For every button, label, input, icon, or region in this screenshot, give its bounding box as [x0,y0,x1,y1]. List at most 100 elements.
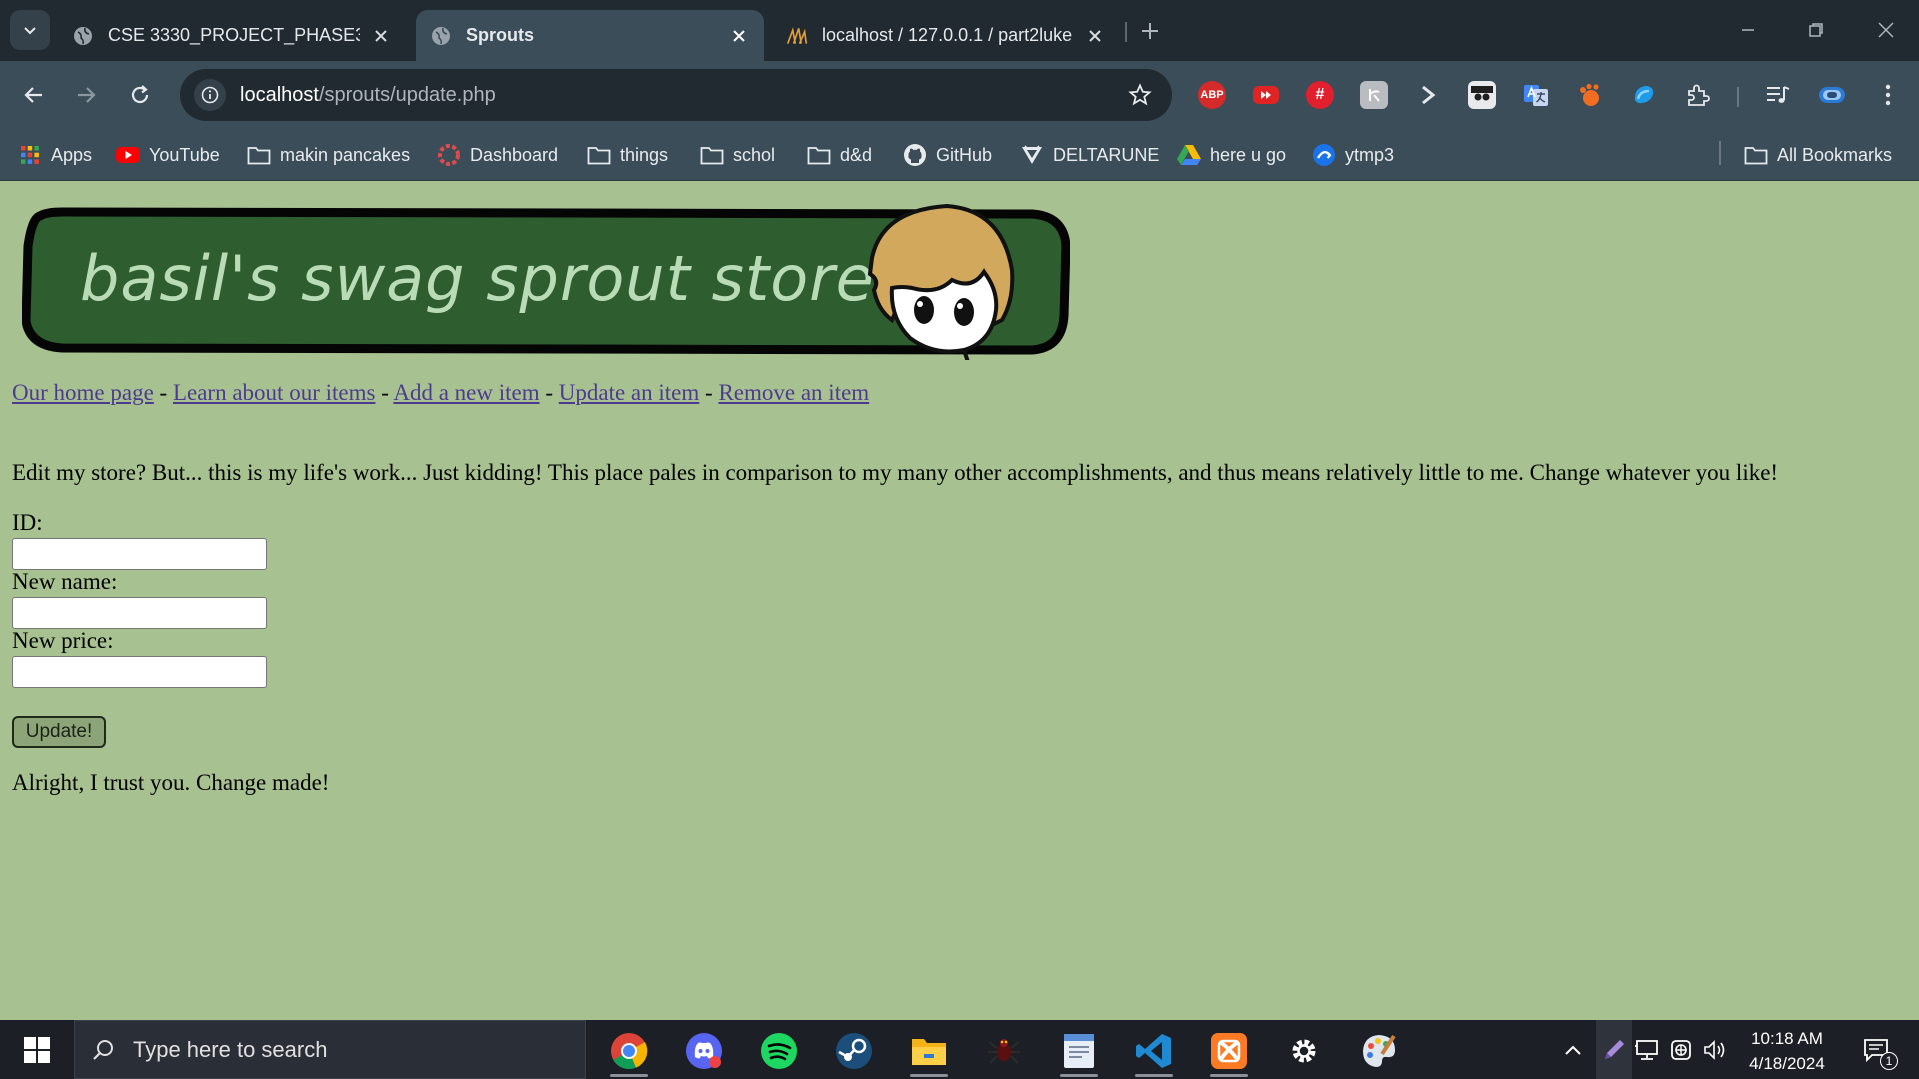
intro-text: Edit my store? But... this is my life's … [12,460,1779,485]
folder-icon [807,143,831,167]
bookmark-star-icon[interactable] [1126,81,1154,109]
discord-icon [686,1033,722,1069]
close-icon [1878,22,1894,38]
pen-icon [1605,1039,1624,1059]
kana-extension-icon[interactable] [1360,81,1388,109]
bookmark-ytmp3[interactable]: ytmp3 [1312,139,1394,171]
back-button[interactable] [14,75,54,115]
nav-link-update[interactable]: Update an item [559,380,700,405]
ytmp3-icon [1312,143,1336,167]
tab-pdf[interactable]: CSE 3330_PROJECT_PHASE3.pdf [58,10,406,61]
bookmark-label: d&d [840,144,873,165]
taskbar-steam[interactable] [825,1028,883,1074]
xampp-icon [1211,1033,1247,1069]
profile-avatar[interactable] [1818,81,1846,109]
taskbar-discord[interactable] [675,1028,733,1074]
start-button[interactable] [14,1034,60,1066]
tab-search-button[interactable] [10,10,50,50]
close-window-button[interactable] [1862,12,1910,48]
volume-tray[interactable] [1701,1036,1729,1064]
vpn-tray[interactable] [1667,1036,1695,1064]
taskbar-chrome[interactable] [600,1028,658,1077]
all-bookmarks-button[interactable]: All Bookmarks [1744,139,1892,171]
close-icon[interactable] [728,25,750,47]
taskbar-file-explorer[interactable] [900,1028,958,1077]
address-bar[interactable]: localhost/sprouts/update.php [180,69,1172,121]
taskbar-paint[interactable] [1350,1028,1408,1074]
bookmark-label: ytmp3 [1345,144,1395,165]
adblock-plus-icon[interactable]: ABP [1198,81,1226,109]
hashtag-extension-icon[interactable]: # [1306,81,1334,109]
bookmark-deltarune[interactable]: DELTARUNE [1020,139,1159,171]
nav-link-home[interactable]: Our home page [12,380,154,405]
id-label: ID: [12,510,43,535]
id-input[interactable] [12,538,267,570]
basil-character-icon [867,203,1015,360]
folder-icon [247,143,271,167]
active-indicator [1060,1074,1098,1077]
text-editor-icon [1064,1034,1094,1068]
network-tray[interactable] [1633,1036,1661,1064]
tab-divider [1125,22,1127,42]
bookmark-dnd[interactable]: d&d [807,139,872,171]
bookmark-apps[interactable]: Apps [18,139,92,171]
nav-link-remove[interactable]: Remove an item [718,380,869,405]
steam-icon [836,1033,872,1069]
taskbar-xampp[interactable] [1200,1028,1258,1077]
tab-sprouts[interactable]: Sprouts [416,10,764,61]
forward-button[interactable] [66,75,106,115]
bookmark-makin-pancakes[interactable]: makin pancakes [247,139,410,171]
page-content: basil's swag sprout store! Our home page… [0,182,1919,1020]
site-info-icon[interactable] [194,79,226,111]
active-indicator [910,1074,948,1077]
blue-swirl-extension-icon[interactable] [1630,81,1658,109]
forward-arrow-extension-icon[interactable] [1414,81,1442,109]
media-control-icon[interactable] [1764,81,1792,109]
active-indicator [1210,1074,1248,1077]
github-icon [903,143,927,167]
notification-center[interactable]: 1 [1856,1036,1898,1070]
bookmark-schol[interactable]: schol [700,139,775,171]
phpmyadmin-icon [786,25,808,47]
tab-phpmyadmin[interactable]: localhost / 127.0.0.1 / part2luke [772,10,1120,61]
taskbar-settings[interactable] [1275,1028,1333,1074]
bookmark-label: schol [733,144,776,165]
nav-link-add[interactable]: Add a new item [393,380,539,405]
nav-link-learn[interactable]: Learn about our items [173,380,375,405]
tab-title: CSE 3330_PROJECT_PHASE3.pdf [108,25,360,45]
bookmark-github[interactable]: GitHub [903,139,992,171]
arrow-right-icon [78,87,96,103]
active-indicator [610,1074,648,1077]
chrome-icon [611,1033,648,1070]
bookmark-things[interactable]: things [587,139,668,171]
bookmark-here-u-go[interactable]: here u go [1177,139,1286,171]
restore-button[interactable] [1792,12,1840,48]
google-translate-icon[interactable] [1522,81,1550,109]
orange-paw-extension-icon[interactable] [1576,81,1604,109]
bookmark-youtube[interactable]: YouTube [116,139,220,171]
taskbar-clock[interactable]: 10:18 AM 4/18/2024 [1732,1026,1842,1076]
reload-button[interactable] [120,75,160,115]
new-name-input[interactable] [12,597,267,629]
taskbar-vscode[interactable] [1125,1028,1183,1077]
menu-kebab-icon[interactable] [1874,81,1902,109]
bookmark-dashboard[interactable]: Dashboard [437,139,558,171]
minimize-button[interactable] [1724,12,1772,48]
new-tab-button[interactable] [1135,16,1165,46]
close-icon[interactable] [370,25,392,47]
taskbar-spider-app[interactable] [975,1028,1033,1074]
video-speed-icon[interactable] [1252,81,1280,109]
taskbar-search[interactable]: Type here to search [74,1020,586,1079]
update-button[interactable]: Update! [12,716,106,748]
taskbar-text-editor[interactable] [1050,1028,1108,1077]
eyes-extension-icon[interactable] [1468,81,1496,109]
close-icon[interactable] [1084,25,1106,47]
new-name-label: New name: [12,569,118,594]
spider-icon [988,1039,1020,1064]
extensions-puzzle-icon[interactable] [1684,81,1712,109]
taskbar-spotify[interactable] [750,1028,808,1074]
new-price-input[interactable] [12,656,267,688]
show-hidden-icons[interactable] [1559,1036,1587,1064]
pen-tray[interactable] [1596,1020,1632,1079]
site-nav: Our home page - Learn about our items - … [12,380,869,406]
